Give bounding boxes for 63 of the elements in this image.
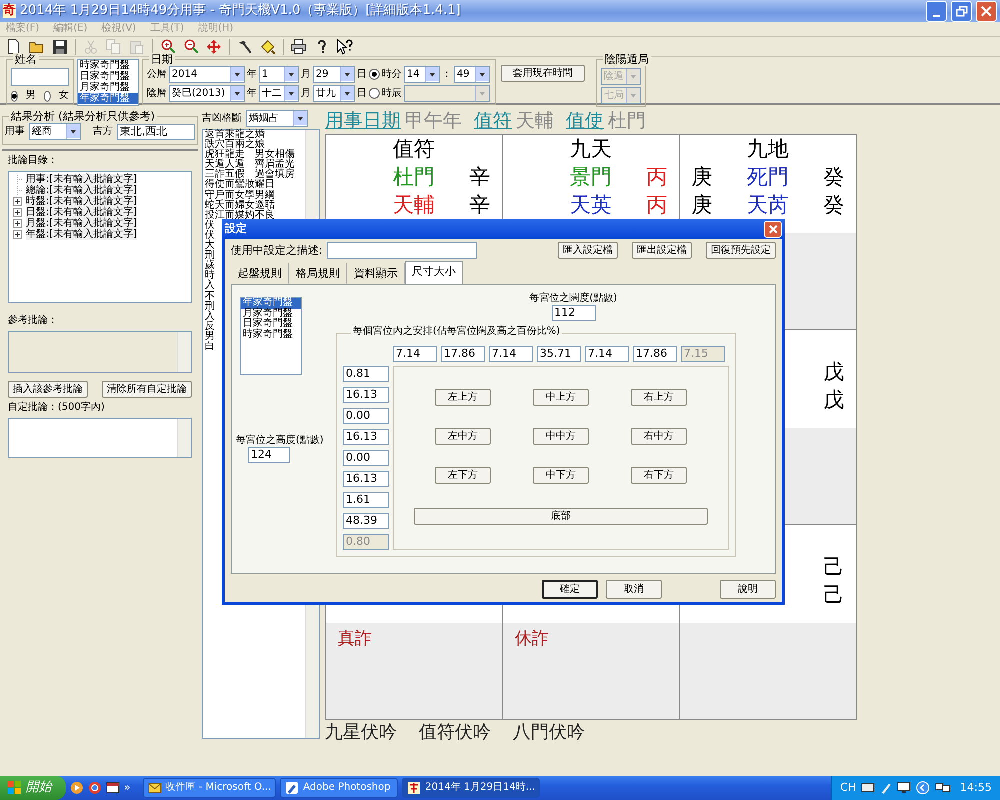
group-title: 姓名	[13, 53, 39, 66]
palace-text: 天輔	[393, 192, 435, 219]
radio-label: 時分	[382, 68, 402, 80]
radio-label: 女	[59, 90, 69, 102]
palace-text: 丙	[646, 164, 668, 191]
section-title: 批論目錄：	[8, 155, 59, 167]
unit-label: ：	[442, 68, 452, 80]
field-label: 每宮位之高度(點數)	[236, 435, 325, 448]
section-title: 參考批論：	[8, 315, 59, 327]
field-label: 用事	[5, 126, 25, 138]
palace-text: 九地	[747, 136, 789, 163]
lucky-direction-field: 東北,西北	[117, 124, 195, 140]
header-text: 甲午年	[405, 109, 462, 134]
status-text: 值符伏吟	[419, 722, 491, 744]
status-text: 八門伏吟	[513, 722, 585, 744]
app-icon: 奇	[3, 4, 16, 18]
unit-label: 月	[301, 88, 311, 100]
unit-label: 月	[301, 68, 311, 80]
field-label: 每宮位之闊度(點數)	[530, 293, 618, 306]
palace-text: 杜門	[393, 164, 435, 191]
field-label: 使用中設定之描述:	[231, 244, 323, 258]
palace-label: 真詐	[337, 628, 373, 651]
dialog-title: 設定	[225, 222, 247, 236]
palace-text: 天芮	[747, 192, 789, 219]
percent-field: 7.15	[681, 346, 725, 362]
palace-text: 庚	[692, 192, 712, 219]
palace-text: 戊	[824, 359, 844, 386]
unit-label: 年	[247, 68, 257, 80]
palace-text: 庚	[692, 164, 712, 191]
window-title: 2014年 1月29日14時49分用事 - 奇門天機V1.0（專業版）[詳細版本1.4.1]	[20, 3, 462, 19]
radio-label: 時辰	[382, 88, 402, 100]
field-label: 吉方	[93, 126, 113, 138]
group-title: 結果分析 (結果分析只供參考)	[9, 110, 158, 124]
clock: 14:55	[960, 781, 992, 795]
group-title: 每個宮位內之安排(佔每宮位闊及高之百份比%)	[351, 326, 562, 338]
header-text: 杜門	[608, 109, 646, 134]
palace-text: 值符	[393, 136, 435, 163]
unit-label: 年	[247, 88, 257, 100]
unit-label: 日	[357, 68, 367, 80]
palace-text: 景門	[570, 164, 612, 191]
field-label: 公曆	[147, 68, 167, 80]
palace-label: 休詐	[514, 628, 550, 651]
palace-text: 九天	[570, 136, 612, 163]
field-label: 陰曆	[147, 88, 167, 100]
palace-text: 辛	[470, 164, 490, 191]
group-title: 陰陽遁局	[603, 53, 651, 66]
group-title: 日期	[149, 53, 175, 66]
section-title: 吉凶格斷	[202, 112, 242, 124]
palace-text: 辛	[470, 192, 490, 219]
status-text: 九星伏吟	[325, 722, 397, 744]
palace-text: 死門	[747, 164, 789, 191]
palace-text: 癸	[824, 192, 844, 219]
palace-text: 己	[824, 582, 844, 609]
palace-text: 丙	[646, 192, 668, 219]
palace-text: 己	[824, 554, 844, 581]
palace-text: 戊	[824, 387, 844, 414]
section-title: 自定批論：(500字內)	[8, 402, 106, 414]
unit-label: 日	[357, 88, 367, 100]
header-text: 天輔	[516, 109, 554, 134]
palace-text: 癸	[824, 164, 844, 191]
palace-text: 天英	[570, 192, 612, 219]
percent-field: 0.80	[343, 534, 389, 550]
radio-label: 男	[26, 90, 36, 102]
